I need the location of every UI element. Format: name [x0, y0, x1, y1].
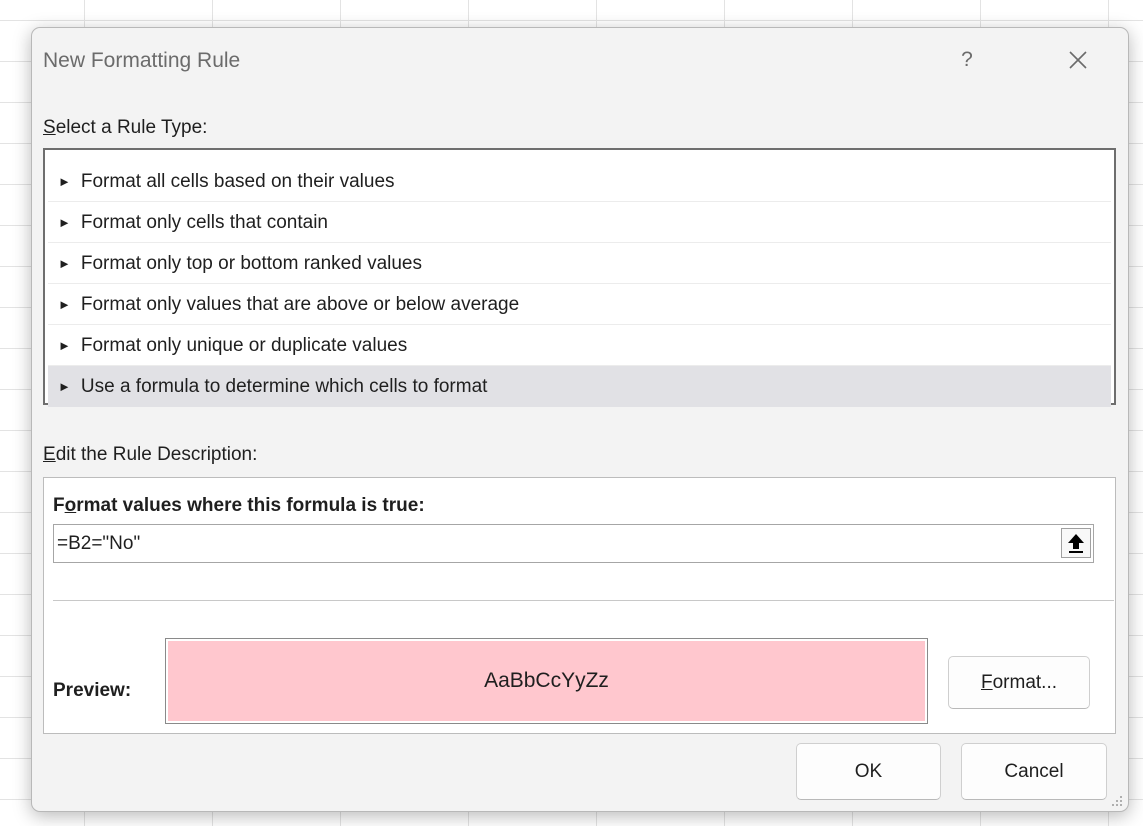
formula-label: Format values where this formula is true… — [53, 495, 425, 516]
collapse-dialog-button[interactable] — [1061, 528, 1091, 558]
help-button[interactable]: ? — [947, 42, 987, 78]
arrow-right-icon: ► — [58, 297, 71, 312]
format-button[interactable]: Format... — [948, 656, 1090, 709]
preview-box: AaBbCcYyZz — [165, 638, 928, 724]
rule-type-label: Select a Rule Type: — [43, 117, 208, 138]
formula-input[interactable]: =B2="No" — [53, 524, 1094, 563]
close-button[interactable] — [1056, 41, 1100, 79]
arrow-right-icon: ► — [58, 256, 71, 271]
resize-grip-icon[interactable] — [1111, 795, 1123, 807]
arrow-right-icon: ► — [58, 174, 71, 189]
divider — [53, 600, 1114, 601]
rule-type-item-selected[interactable]: ► Use a formula to determine which cells … — [48, 366, 1111, 407]
rule-description-panel: Format values where this formula is true… — [43, 477, 1116, 734]
ok-button[interactable]: OK — [796, 743, 941, 800]
rule-type-item[interactable]: ► Format all cells based on their values — [48, 161, 1111, 202]
dialog-title: New Formatting Rule — [43, 49, 241, 72]
rule-description-label: Edit the Rule Description: — [43, 444, 258, 465]
arrow-right-icon: ► — [58, 379, 71, 394]
rule-type-item[interactable]: ► Format only values that are above or be… — [48, 284, 1111, 325]
rule-type-item[interactable]: ► Format only top or bottom ranked values — [48, 243, 1111, 284]
close-icon — [1069, 51, 1087, 69]
rule-type-list[interactable]: ► Format all cells based on their values … — [43, 148, 1116, 407]
preview-label: Preview: — [53, 680, 132, 701]
rule-type-item[interactable]: ► Format only unique or duplicate values — [48, 325, 1111, 366]
new-formatting-rule-dialog: New Formatting Rule ? Select a Rule Type… — [31, 27, 1129, 812]
cancel-button[interactable]: Cancel — [961, 743, 1107, 800]
arrow-right-icon: ► — [58, 215, 71, 230]
rule-type-item[interactable]: ► Format only cells that contain — [48, 202, 1111, 243]
arrow-right-icon: ► — [58, 338, 71, 353]
up-arrow-icon — [1068, 534, 1084, 553]
